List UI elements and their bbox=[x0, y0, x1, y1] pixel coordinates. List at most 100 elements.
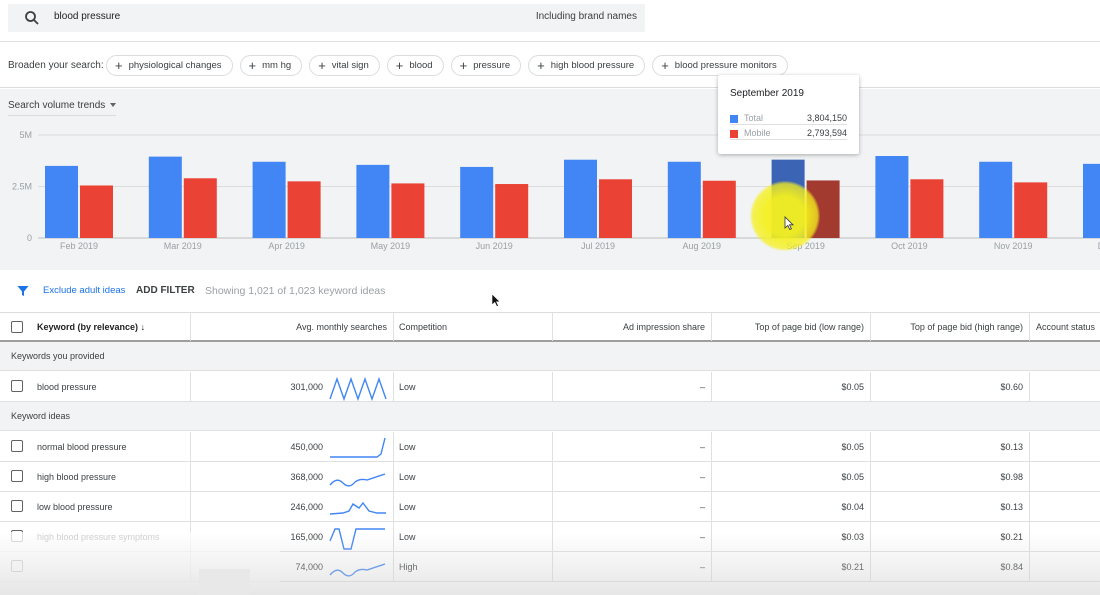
column-divider bbox=[711, 462, 712, 492]
column-divider bbox=[870, 313, 871, 341]
bar-mobile[interactable] bbox=[80, 185, 113, 238]
bar-total[interactable] bbox=[45, 165, 78, 238]
header-bid-high[interactable]: Top of page bid (high range) bbox=[910, 313, 1023, 341]
broaden-chip[interactable]: + blood pressure monitors bbox=[652, 55, 788, 76]
broaden-chip[interactable]: + high blood pressure bbox=[528, 55, 646, 76]
bar-mobile[interactable] bbox=[702, 180, 736, 238]
search-query[interactable]: blood pressure bbox=[54, 11, 120, 22]
column-divider bbox=[711, 313, 712, 341]
sparkline bbox=[329, 528, 385, 550]
broaden-chip[interactable]: + vital sign bbox=[309, 55, 380, 76]
impression-cell: – bbox=[699, 442, 705, 452]
bid-high-cell: $0.84 bbox=[1000, 562, 1023, 572]
column-divider bbox=[870, 432, 871, 462]
top-bar: blood pressure Including brand names bbox=[0, 0, 1100, 42]
search-volume-chart[interactable]: 0 2.5M 5M Feb 2019 Mar 2019 Apr 2019 May 2019 J… bbox=[0, 89, 1100, 270]
bar-mobile[interactable] bbox=[183, 178, 217, 238]
plus-icon: + bbox=[318, 58, 326, 73]
column-divider bbox=[711, 372, 712, 402]
add-filter-button[interactable]: ADD FILTER bbox=[136, 285, 195, 296]
plus-icon: + bbox=[248, 58, 257, 73]
row-checkbox[interactable] bbox=[11, 500, 23, 512]
table-row[interactable]: blood pressure 301,000 Low – $0.05 $0.60 bbox=[0, 372, 1100, 402]
brand-names-toggle[interactable]: Including brand names bbox=[536, 11, 637, 22]
bar-total[interactable] bbox=[979, 161, 1013, 238]
avg-searches-cell: 74,000 bbox=[295, 562, 323, 572]
table-row[interactable]: low blood pressure 246,000 Low – $0.04 $0.13 bbox=[0, 492, 1100, 522]
plus-icon: + bbox=[395, 58, 404, 73]
keyword-cell[interactable]: high blood pressure bbox=[37, 462, 116, 492]
header-bid-low[interactable]: Top of page bid (low range) bbox=[755, 313, 864, 341]
competition-cell: High bbox=[399, 562, 418, 572]
table-row[interactable]: normal blood pressure 450,000 Low – $0.05 $0.… bbox=[0, 432, 1100, 462]
column-divider bbox=[1029, 432, 1030, 462]
column-divider bbox=[552, 313, 553, 341]
bar-mobile[interactable] bbox=[910, 179, 944, 238]
sparkline bbox=[329, 473, 386, 487]
legend-swatch bbox=[730, 115, 738, 123]
bar-mobile[interactable] bbox=[495, 184, 529, 238]
broaden-chip[interactable]: + physiological changes bbox=[106, 55, 233, 76]
column-divider bbox=[190, 313, 191, 341]
search-icon bbox=[25, 11, 39, 25]
row-checkbox[interactable] bbox=[11, 380, 23, 392]
header-competition[interactable]: Competition bbox=[399, 313, 447, 341]
header-keyword[interactable]: Keyword (by relevance) ↓ bbox=[37, 313, 145, 341]
bar-total[interactable] bbox=[564, 159, 597, 238]
bar-total[interactable] bbox=[148, 156, 182, 238]
column-divider bbox=[552, 462, 553, 492]
broaden-chip[interactable]: + pressure bbox=[450, 55, 522, 76]
column-divider bbox=[711, 552, 712, 582]
bar-mobile[interactable] bbox=[599, 179, 632, 238]
competition-cell: Low bbox=[399, 382, 416, 392]
bid-low-cell: $0.05 bbox=[841, 442, 864, 452]
broaden-chip[interactable]: + blood bbox=[386, 55, 444, 76]
chip-label: high blood pressure bbox=[550, 60, 635, 71]
table-row[interactable]: high blood pressure 368,000 Low – $0.05 $0.98 bbox=[0, 462, 1100, 492]
bar-total[interactable] bbox=[356, 164, 390, 238]
tooltip-value: 2,793,594 bbox=[806, 128, 847, 138]
avg-searches-cell: 246,000 bbox=[290, 502, 323, 512]
x-tick-label: May 2019 bbox=[371, 241, 411, 251]
row-checkbox[interactable] bbox=[11, 470, 23, 482]
bar-mobile[interactable] bbox=[287, 181, 321, 238]
column-divider bbox=[190, 432, 191, 462]
chip-label: mm hg bbox=[262, 60, 292, 71]
row-checkbox[interactable] bbox=[11, 440, 23, 452]
header-ad-impression[interactable]: Ad impression share bbox=[623, 313, 705, 341]
header-account-status[interactable]: Account status bbox=[1036, 313, 1095, 341]
sparkline bbox=[329, 563, 386, 577]
search-box[interactable]: blood pressure Including brand names bbox=[8, 4, 645, 32]
mouse-cursor-icon bbox=[491, 293, 501, 307]
filter-icon[interactable] bbox=[17, 285, 29, 297]
section-title: Keywords you provided bbox=[11, 351, 105, 361]
filter-bar: Exclude adult ideas ADD FILTER Showing 1… bbox=[0, 270, 1100, 312]
bid-high-cell: $0.13 bbox=[1000, 442, 1023, 452]
bar-total[interactable] bbox=[875, 156, 909, 238]
column-divider bbox=[552, 522, 553, 552]
exclude-adult-link[interactable]: Exclude adult ideas bbox=[43, 285, 125, 296]
keyword-cell[interactable]: low blood pressure bbox=[37, 492, 113, 522]
bar-mobile[interactable] bbox=[1014, 182, 1048, 238]
broaden-chip[interactable]: + mm hg bbox=[239, 55, 303, 76]
sparkline bbox=[330, 437, 386, 458]
bar-total[interactable] bbox=[460, 166, 494, 238]
bid-low-cell: $0.03 bbox=[841, 532, 864, 542]
bar-total[interactable] bbox=[667, 161, 701, 238]
bar-total[interactable] bbox=[252, 161, 286, 238]
column-divider bbox=[552, 492, 553, 522]
avg-searches-cell: 165,000 bbox=[290, 532, 323, 542]
keyword-cell[interactable]: normal blood pressure bbox=[37, 432, 127, 462]
keyword-cell[interactable]: blood pressure bbox=[37, 372, 97, 402]
bar-mobile[interactable] bbox=[391, 183, 425, 238]
column-divider bbox=[711, 432, 712, 462]
column-divider bbox=[393, 313, 394, 341]
header-avg-monthly[interactable]: Avg. monthly searches bbox=[296, 313, 387, 341]
column-divider bbox=[552, 432, 553, 462]
select-all-checkbox[interactable] bbox=[11, 321, 23, 333]
bar-total[interactable] bbox=[1083, 163, 1100, 238]
tooltip-row-total: Total 3,804,150 bbox=[730, 113, 847, 125]
plus-icon: + bbox=[537, 58, 545, 73]
plus-icon: + bbox=[661, 58, 669, 73]
x-tick-label: Nov 2019 bbox=[994, 241, 1033, 251]
